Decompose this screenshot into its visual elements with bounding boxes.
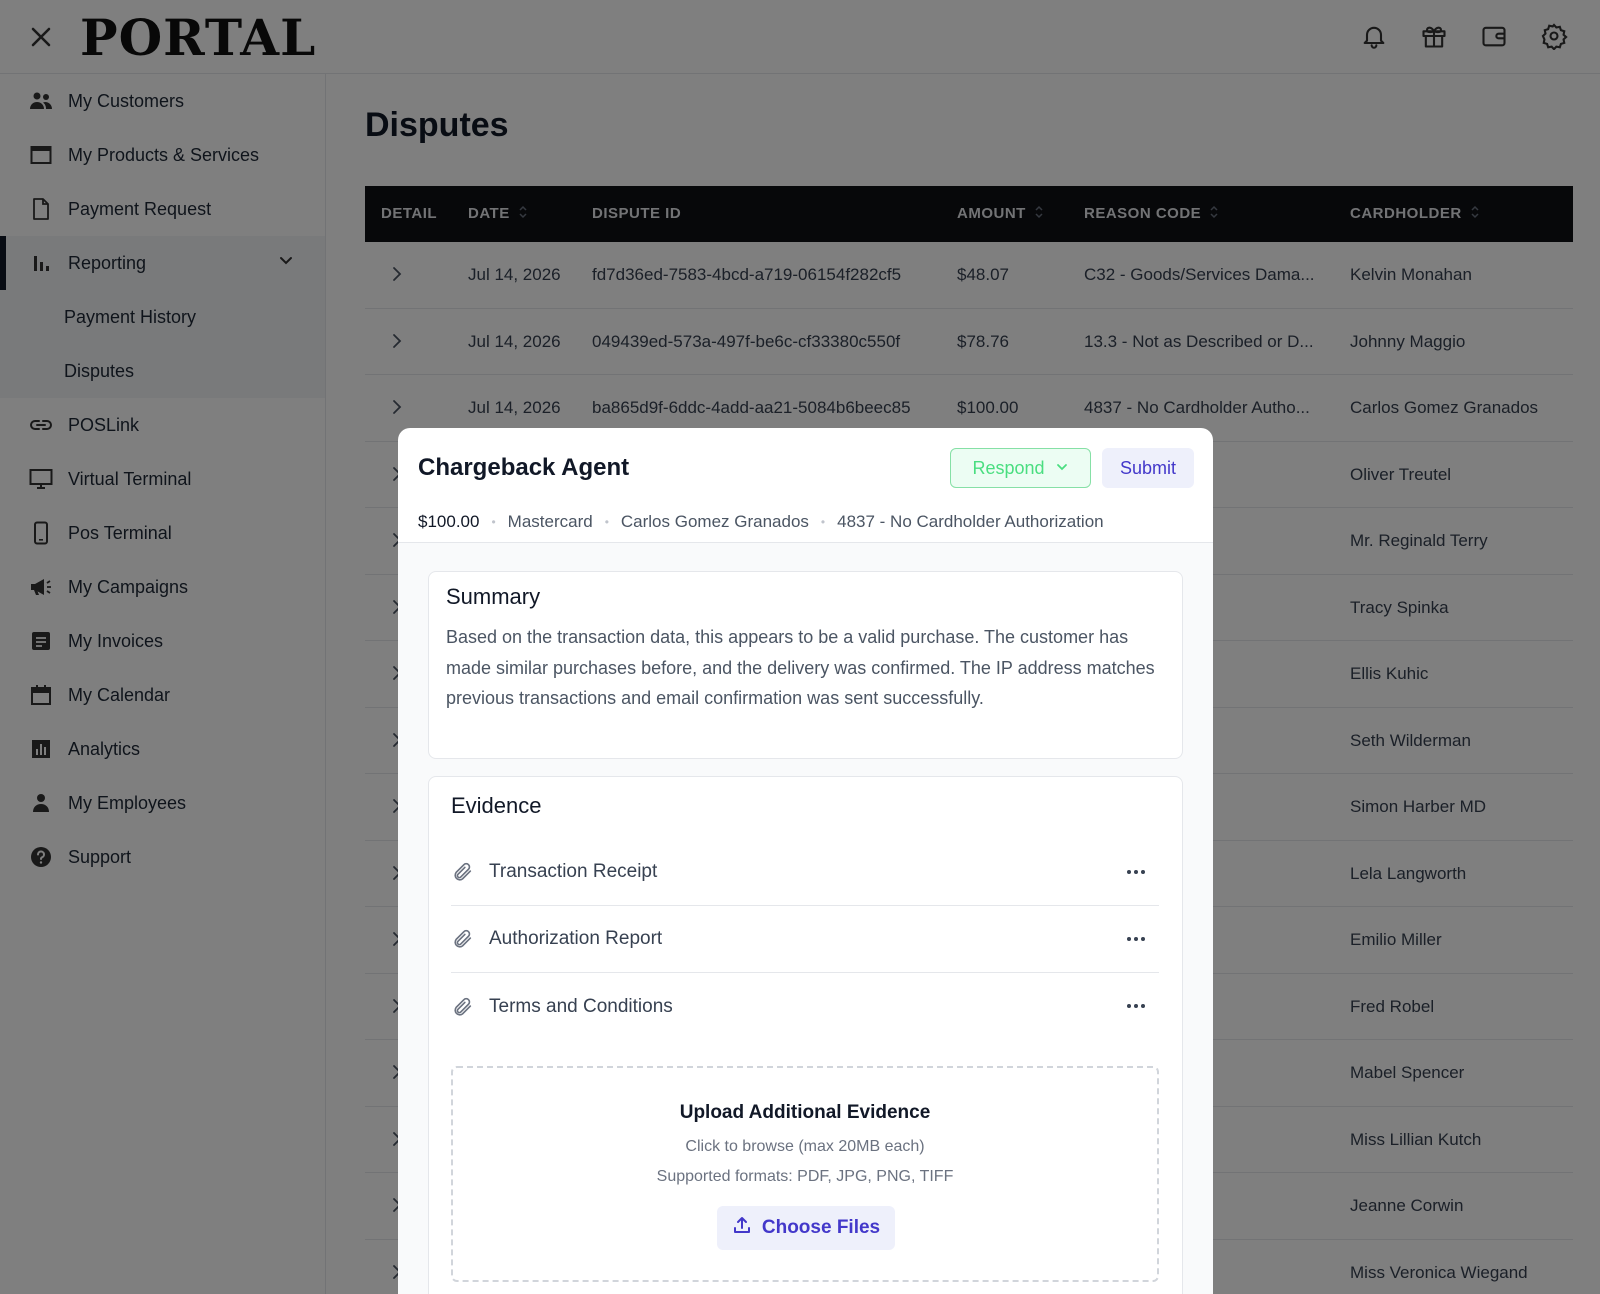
summary-card: Summary Based on the transaction data, t… [428,571,1183,759]
separator-dot: • [604,515,609,529]
upload-hint: Click to browse (max 20MB each) [685,1138,925,1155]
paperclip-icon [451,995,475,1019]
upload-title: Upload Additional Evidence [679,1102,931,1123]
reason-code: 4837 - No Cardholder Authorization [837,512,1104,531]
summary-heading: Summary [446,584,541,609]
submit-button[interactable]: Submit [1102,448,1194,488]
choose-files-label: Choose Files [761,1217,881,1238]
paperclip-icon [451,860,475,884]
evidence-item[interactable]: Transaction Receipt [451,839,1159,906]
separator-dot: • [820,515,826,529]
evidence-item-label: Transaction Receipt [489,861,658,882]
upload-formats: Supported formats: PDF, JPG, PNG, TIFF [656,1168,954,1185]
more-options-icon[interactable] [1123,859,1149,885]
separator-dot: • [491,515,496,529]
choose-files-button[interactable]: Choose Files [717,1206,895,1250]
cardholder-name: Carlos Gomez Granados [620,512,809,531]
modal-title: Chargeback Agent [418,454,630,481]
evidence-item[interactable]: Terms and Conditions [451,973,1159,1040]
evidence-item[interactable]: Authorization Report [451,906,1159,973]
evidence-item-label: Authorization Report [489,928,663,949]
dispute-amount: $100.00 [418,512,480,531]
dispute-meta: $100.00 • Mastercard • Carlos Gomez Gran… [418,512,1104,532]
upload-dropzone[interactable]: Upload Additional Evidence Click to brow… [451,1066,1159,1282]
evidence-item-label: Terms and Conditions [489,995,673,1017]
respond-label: Respond [972,457,1045,478]
modal-header: Chargeback Agent Respond Submit $100.00 … [398,428,1213,543]
upload-icon [732,1215,752,1241]
evidence-heading: Evidence [451,793,542,818]
evidence-card: Evidence Transaction Receipt Authorizati… [428,776,1183,1294]
paperclip-icon [451,927,475,951]
summary-text: Based on the transaction data, this appe… [446,627,1155,708]
card-network: Mastercard [507,512,593,531]
more-options-icon[interactable] [1123,926,1149,952]
respond-dropdown-button[interactable]: Respond [950,448,1091,488]
more-options-icon[interactable] [1123,993,1149,1019]
chevron-down-icon [1055,458,1069,479]
chargeback-agent-modal: Chargeback Agent Respond Submit $100.00 … [398,428,1213,1294]
modal-body: Summary Based on the transaction data, t… [398,543,1213,1294]
